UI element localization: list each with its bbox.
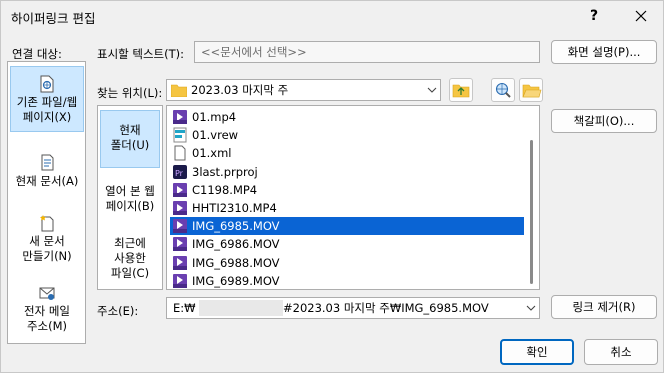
look-in-label: 찾는 위치(L):: [97, 86, 163, 100]
chevron-down-icon: [427, 87, 437, 93]
mp4-file-icon: [173, 110, 187, 124]
sidebar-item-label: 전자 메일: [24, 304, 70, 318]
browse-panel: 현재 폴더(U) 열어 본 웹 페이지(B) 최근에 사용한 파일(C): [97, 105, 163, 290]
title-bar: 하이퍼링크 편집 ?: [1, 1, 663, 31]
open-folder-icon: [522, 84, 542, 98]
browsed-pages-label: 페이지(B): [105, 199, 155, 213]
sidebar-item-label: 현재 문서(A): [15, 174, 79, 188]
xml-file-icon: [174, 145, 186, 161]
mov-file-icon: [173, 273, 187, 288]
recent-files-label: 사용한: [114, 251, 146, 265]
dropdown-button[interactable]: [422, 80, 440, 100]
premiere-file-icon: Pr: [173, 164, 187, 179]
folder-icon: [171, 84, 187, 97]
sidebar-item-label: 새 문서: [29, 234, 65, 248]
file-row[interactable]: 01.mp4: [170, 108, 524, 126]
file-name: 3last.prproj: [192, 164, 258, 179]
file-row[interactable]: IMG_6988.MOV: [170, 254, 524, 272]
help-button[interactable]: ?: [579, 4, 609, 28]
file-name: IMG_6989.MOV: [192, 273, 280, 288]
sidebar-item-email[interactable]: 전자 메일 주소(M): [10, 284, 84, 334]
file-row[interactable]: IMG_6986.MOV: [170, 235, 524, 253]
up-folder-icon: [452, 84, 470, 98]
file-row[interactable]: IMG_6989.MOV: [170, 272, 524, 289]
file-row[interactable]: 01.xml: [170, 144, 524, 162]
file-row[interactable]: Pr 3last.prproj: [170, 163, 524, 181]
globe-search-icon: [495, 82, 511, 98]
browse-file-button[interactable]: [519, 78, 543, 102]
display-text-label: 표시할 텍스트(T):: [97, 47, 185, 61]
browsed-pages-item[interactable]: 열어 본 웹 페이지(B): [100, 184, 160, 220]
hyperlink-edit-dialog: 하이퍼링크 편집 ? 연결 대상: 기존 파일/웹 페이지(X) 현재 문서(A…: [0, 0, 664, 373]
address-label: 주소(E):: [97, 304, 139, 318]
mp4-file-icon: [173, 182, 187, 197]
email-icon: [39, 287, 55, 300]
scrollbar-thumb[interactable]: [530, 140, 533, 284]
sidebar-item-label: 페이지(X): [22, 110, 72, 124]
address-prefix: E:₩: [173, 301, 196, 315]
ok-button[interactable]: 확인: [500, 339, 574, 365]
link-target-sidebar: 기존 파일/웹 페이지(X) 현재 문서(A) 새 문서 만들기(N) 전자 메…: [7, 61, 86, 344]
mov-file-icon: [173, 237, 187, 252]
current-document-icon: [41, 154, 54, 171]
remove-link-button[interactable]: 링크 제거(R): [551, 295, 657, 319]
browse-web-button[interactable]: [491, 78, 515, 102]
file-row[interactable]: 01.vrew: [170, 126, 524, 144]
file-row[interactable]: IMG_6985.MOV: [170, 217, 524, 236]
recent-files-item[interactable]: 최근에 사용한 파일(C): [100, 236, 160, 286]
file-name: IMG_6988.MOV: [192, 255, 280, 270]
vrew-file-icon: [173, 127, 187, 143]
address-suffix: #2023.03 마지막 주₩IMG_6985.MOV: [283, 301, 489, 315]
current-folder-label: 폴더(U): [110, 138, 150, 152]
sidebar-item-label: 주소(M): [26, 319, 68, 333]
sidebar-item-label: 만들기(N): [22, 249, 72, 263]
chevron-down-icon: [526, 305, 536, 311]
file-name: C1198.MP4: [192, 182, 258, 197]
file-name: 01.xml: [192, 146, 232, 161]
up-folder-button[interactable]: [449, 78, 473, 102]
dialog-title: 하이퍼링크 편집: [11, 11, 96, 26]
sidebar-item-current-document[interactable]: 현재 문서(A): [10, 154, 84, 194]
look-in-combobox[interactable]: 2023.03 마지막 주: [166, 79, 441, 101]
screen-tip-button[interactable]: 화면 설명(P)...: [551, 40, 657, 64]
sidebar-item-new-document[interactable]: 새 문서 만들기(N): [10, 214, 84, 264]
look-in-value: 2023.03 마지막 주: [191, 83, 289, 97]
address-combobox[interactable]: E:₩ #2023.03 마지막 주₩IMG_6985.MOV: [166, 297, 540, 319]
sidebar-item-label: 기존 파일/웹: [16, 95, 78, 109]
file-name: 01.vrew: [192, 128, 239, 143]
address-dropdown-button[interactable]: [521, 298, 539, 318]
current-folder-item[interactable]: 현재 폴더(U): [100, 110, 160, 168]
close-button[interactable]: [623, 4, 659, 28]
mp4-file-icon: [173, 201, 187, 215]
file-name: IMG_6985.MOV: [192, 219, 280, 234]
new-document-icon: [40, 215, 54, 232]
browsed-pages-label: 열어 본 웹: [105, 184, 155, 198]
file-row[interactable]: HHTI2310.MP4: [170, 199, 524, 217]
redacted-path-segment: [199, 300, 283, 316]
vertical-scrollbar[interactable]: [525, 106, 539, 289]
cancel-button[interactable]: 취소: [584, 339, 658, 365]
recent-files-label: 최근에: [114, 236, 146, 250]
link-target-label: 연결 대상:: [12, 47, 62, 61]
existing-file-icon: [40, 75, 54, 93]
sidebar-item-existing-file[interactable]: 기존 파일/웹 페이지(X): [10, 66, 84, 132]
mov-file-icon: [173, 255, 187, 270]
file-name: HHTI2310.MP4: [192, 201, 277, 215]
file-row[interactable]: C1198.MP4: [170, 181, 524, 199]
file-name: 01.mp4: [192, 110, 237, 124]
file-list[interactable]: 01.mp4 01.vrew 01.xml Pr 3last.prproj C1198.M…: [166, 105, 540, 290]
close-icon: [635, 10, 647, 22]
bookmark-button[interactable]: 책갈피(O)...: [551, 109, 657, 133]
display-text-field[interactable]: <<문서에서 선택>>: [194, 41, 540, 63]
mov-file-icon: [173, 219, 187, 234]
file-name: IMG_6986.MOV: [192, 237, 280, 252]
svg-text:Pr: Pr: [175, 169, 184, 178]
current-folder-label: 현재: [119, 123, 141, 137]
recent-files-label: 파일(C): [110, 266, 150, 280]
